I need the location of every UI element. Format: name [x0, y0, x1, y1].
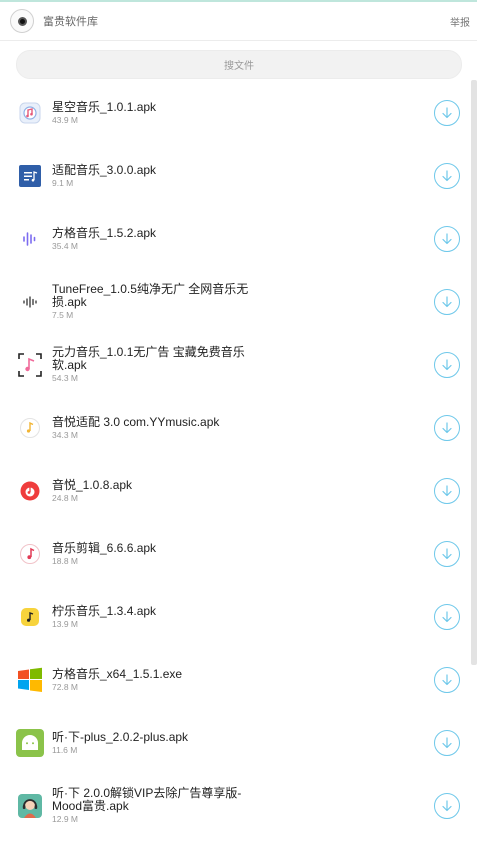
file-size: 7.5 M	[52, 310, 74, 320]
file-name[interactable]: 方格音乐_1.5.2.apk	[52, 226, 257, 240]
file-info: 音乐剪辑_6.6.6.apk 18.8 M	[52, 541, 422, 566]
file-list: 星空音乐_1.0.1.apk 43.9 M 适配音乐_3.0.0.apk 9.1 M 方…	[0, 81, 470, 837]
file-name[interactable]: 音乐剪辑_6.6.6.apk	[52, 541, 257, 555]
music-note-icon	[16, 99, 44, 127]
download-arrow-icon	[440, 421, 454, 435]
download-button[interactable]	[434, 603, 460, 630]
download-arrow-icon	[440, 295, 454, 309]
file-size: 24.8 M	[52, 492, 78, 503]
download-arrow-icon	[440, 610, 454, 624]
file-info: 柠乐音乐_1.3.4.apk 13.9 M	[52, 604, 422, 629]
file-info: TuneFree_1.0.5纯净无广 全网音乐无损.apk 7.5 M	[52, 283, 422, 321]
download-arrow-icon	[440, 169, 454, 183]
file-name[interactable]: 听·下 2.0.0解锁VIP去除广告尊享版-Mood富贵.apk	[52, 787, 257, 813]
file-row[interactable]: 方格音乐_1.5.2.apk 35.4 M	[0, 207, 470, 270]
android-icon	[16, 728, 44, 757]
file-info: 元力音乐_1.0.1无广告 宝藏免费音乐软.apk 54.3 M	[52, 346, 422, 384]
music-circle-icon	[16, 414, 44, 442]
file-row[interactable]: 星空音乐_1.0.1.apk 43.9 M	[0, 81, 470, 144]
file-row[interactable]: 适配音乐_3.0.0.apk 9.1 M	[0, 144, 470, 207]
windows-icon	[16, 666, 44, 694]
file-row[interactable]: 元力音乐_1.0.1无广告 宝藏免费音乐软.apk 54.3 M	[0, 333, 470, 396]
file-name[interactable]: 适配音乐_3.0.0.apk	[52, 163, 257, 177]
file-name[interactable]: 听·下-plus_2.0.2-plus.apk	[52, 730, 257, 744]
music-frame-icon	[16, 351, 44, 379]
file-info: 适配音乐_3.0.0.apk 9.1 M	[52, 163, 422, 188]
file-info: 星空音乐_1.0.1.apk 43.9 M	[52, 100, 422, 125]
red-music-icon	[16, 477, 44, 505]
file-row[interactable]: 听·下-plus_2.0.2-plus.apk 11.6 M	[0, 711, 470, 774]
file-row[interactable]: 音乐剪辑_6.6.6.apk 18.8 M	[0, 522, 470, 585]
file-info: 听·下 2.0.0解锁VIP去除广告尊享版-Mood富贵.apk 12.9 M	[52, 787, 422, 825]
download-arrow-icon	[440, 484, 454, 498]
file-size: 18.8 M	[52, 555, 78, 566]
download-button[interactable]	[434, 792, 460, 819]
file-row[interactable]: 音悦_1.0.8.apk 24.8 M	[0, 459, 470, 522]
scrollbar[interactable]	[471, 80, 477, 665]
report-link[interactable]: 举报	[450, 14, 470, 29]
file-row[interactable]: 音悦适配 3.0 com.YYmusic.apk 34.3 M	[0, 396, 470, 459]
file-name[interactable]: 柠乐音乐_1.3.4.apk	[52, 604, 257, 618]
file-row[interactable]: 听·下 2.0.0解锁VIP去除广告尊享版-Mood富贵.apk 12.9 M	[0, 774, 470, 837]
sound-bars-icon	[16, 288, 44, 316]
file-row[interactable]: 方格音乐_x64_1.5.1.exe 72.8 M	[0, 648, 470, 711]
avatar[interactable]	[10, 9, 34, 33]
file-size: 54.3 M	[52, 373, 78, 383]
file-name[interactable]: 音悦_1.0.8.apk	[52, 478, 257, 492]
file-name[interactable]: 元力音乐_1.0.1无广告 宝藏免费音乐软.apk	[52, 346, 257, 372]
download-arrow-icon	[440, 736, 454, 750]
page-title: 富贵软件库	[43, 16, 98, 28]
file-size: 72.8 M	[52, 681, 78, 692]
file-info: 方格音乐_1.5.2.apk 35.4 M	[52, 226, 422, 251]
file-info: 听·下-plus_2.0.2-plus.apk 11.6 M	[52, 730, 422, 755]
download-button[interactable]	[434, 162, 460, 189]
logo-icon	[17, 16, 27, 26]
download-button[interactable]	[434, 351, 460, 378]
file-size: 13.9 M	[52, 618, 78, 629]
download-arrow-icon	[440, 358, 454, 372]
file-name[interactable]: 星空音乐_1.0.1.apk	[52, 100, 257, 114]
file-row[interactable]: 柠乐音乐_1.3.4.apk 13.9 M	[0, 585, 470, 648]
download-button[interactable]	[434, 540, 460, 567]
download-button[interactable]	[434, 666, 460, 693]
download-button[interactable]	[434, 99, 460, 126]
search-input[interactable]: 搜文件	[16, 50, 462, 79]
download-button[interactable]	[434, 414, 460, 441]
download-button[interactable]	[434, 729, 460, 756]
app-window: 富贵软件库 举报 搜文件 星空音乐_1.0.1.apk 43.9 M 适配音乐_3.…	[0, 0, 477, 848]
file-size: 43.9 M	[52, 114, 78, 125]
download-arrow-icon	[440, 547, 454, 561]
download-button[interactable]	[434, 288, 460, 315]
file-info: 方格音乐_x64_1.5.1.exe 72.8 M	[52, 667, 422, 692]
file-size: 12.9 M	[52, 814, 78, 824]
search-container: 搜文件	[0, 41, 477, 79]
search-placeholder: 搜文件	[224, 61, 254, 72]
download-arrow-icon	[440, 232, 454, 246]
file-info: 音悦适配 3.0 com.YYmusic.apk 34.3 M	[52, 415, 422, 440]
sound-wave-icon	[16, 225, 44, 253]
download-button[interactable]	[434, 225, 460, 252]
file-name[interactable]: TuneFree_1.0.5纯净无广 全网音乐无损.apk	[52, 283, 257, 309]
file-info: 音悦_1.0.8.apk 24.8 M	[52, 478, 422, 503]
header: 富贵软件库 举报	[0, 2, 477, 41]
file-name[interactable]: 音悦适配 3.0 com.YYmusic.apk	[52, 415, 257, 429]
file-size: 35.4 M	[52, 240, 78, 251]
music-edit-icon	[16, 540, 44, 568]
headphone-girl-icon	[16, 792, 44, 820]
file-size: 9.1 M	[52, 177, 74, 188]
download-arrow-icon	[440, 673, 454, 687]
download-arrow-icon	[440, 799, 454, 813]
download-button[interactable]	[434, 477, 460, 504]
file-size: 34.3 M	[52, 429, 78, 440]
file-name[interactable]: 方格音乐_x64_1.5.1.exe	[52, 667, 257, 681]
playlist-icon	[16, 162, 44, 190]
file-size: 11.6 M	[52, 744, 78, 755]
file-row[interactable]: TuneFree_1.0.5纯净无广 全网音乐无损.apk 7.5 M	[0, 270, 470, 333]
lemon-music-icon	[16, 603, 44, 631]
download-arrow-icon	[440, 106, 454, 120]
